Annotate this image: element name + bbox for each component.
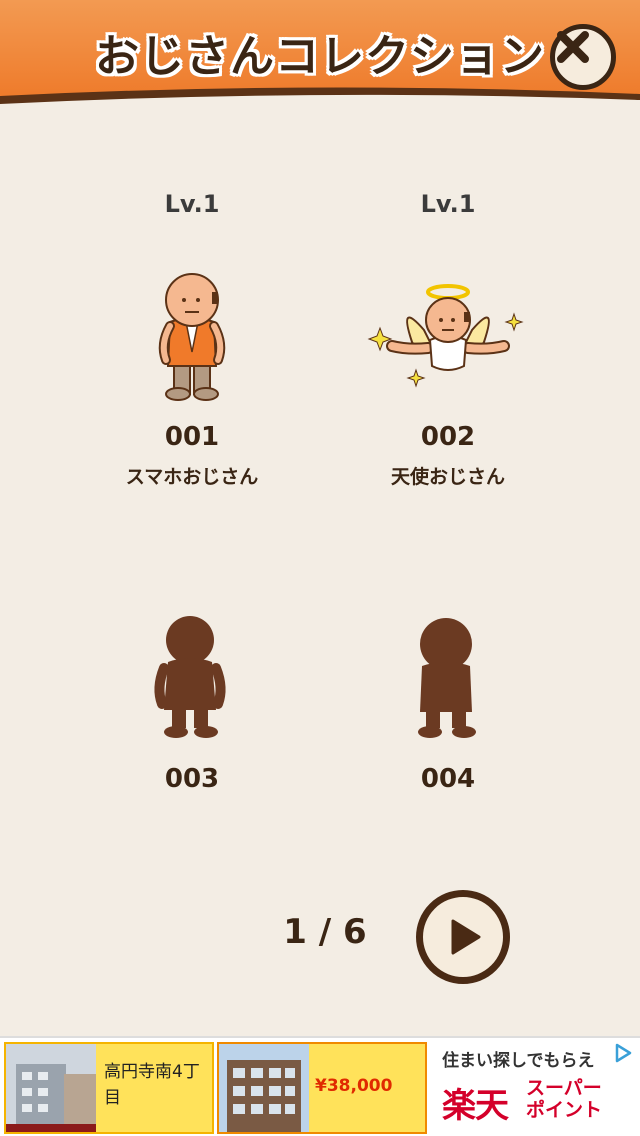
- item-number: 003: [164, 764, 220, 794]
- ad-banner[interactable]: 高円寺南4丁目 ¥38,000 住まい探しでもらえ 楽天 スーパー ポイント: [0, 1036, 640, 1136]
- ad-listing-address: 高円寺南4丁目: [104, 1062, 200, 1108]
- super-point-label: スーパー ポイント: [526, 1077, 603, 1122]
- silhouette-icon: [82, 614, 302, 754]
- item-name: スマホおじさん: [125, 466, 259, 488]
- item-number: 002: [420, 422, 476, 452]
- close-button[interactable]: [550, 24, 616, 90]
- next-page-button[interactable]: [416, 890, 510, 984]
- item-number: 001: [164, 422, 220, 452]
- level-label: Lv.1: [420, 190, 476, 218]
- page-indicator: 1 / 6: [283, 912, 367, 952]
- building-photo: [6, 1044, 96, 1132]
- rakuten-logo: 楽天: [442, 1086, 509, 1126]
- rakuten-ad[interactable]: 住まい探しでもらえ 楽天 スーパー ポイント: [430, 1038, 640, 1136]
- collection-card-001[interactable]: Lv.1 001 スマホおじさん: [82, 190, 302, 500]
- point-label: ポイント: [526, 1098, 603, 1121]
- building-photo: [219, 1044, 309, 1132]
- play-icon: [451, 919, 481, 955]
- collection-card-004[interactable]: 004: [338, 610, 558, 800]
- ad-tile-listing-1[interactable]: 高円寺南4丁目: [4, 1042, 214, 1134]
- level-label: Lv.1: [164, 190, 220, 218]
- item-name: 天使おじさん: [390, 466, 505, 488]
- ad-tagline: 住まい探しでもらえ: [442, 1051, 595, 1071]
- ad-listing-price: ¥38,000: [315, 1076, 393, 1096]
- collection-card-002[interactable]: Lv.1 002 天使おじさん: [338, 190, 558, 500]
- page-title: おじさんコレクション: [95, 31, 545, 82]
- ad-tile-listing-2[interactable]: ¥38,000: [217, 1042, 427, 1134]
- super-label: スーパー: [526, 1077, 602, 1099]
- angel-ojisan-icon: [338, 270, 558, 410]
- adchoices-icon[interactable]: [612, 1042, 634, 1064]
- silhouette-icon: [338, 614, 558, 754]
- smartphone-ojisan-icon: [82, 270, 302, 410]
- close-icon: [557, 31, 589, 63]
- item-number: 004: [420, 764, 476, 794]
- header-bar: おじさんコレクション: [0, 0, 640, 112]
- collection-card-003[interactable]: 003: [82, 610, 302, 800]
